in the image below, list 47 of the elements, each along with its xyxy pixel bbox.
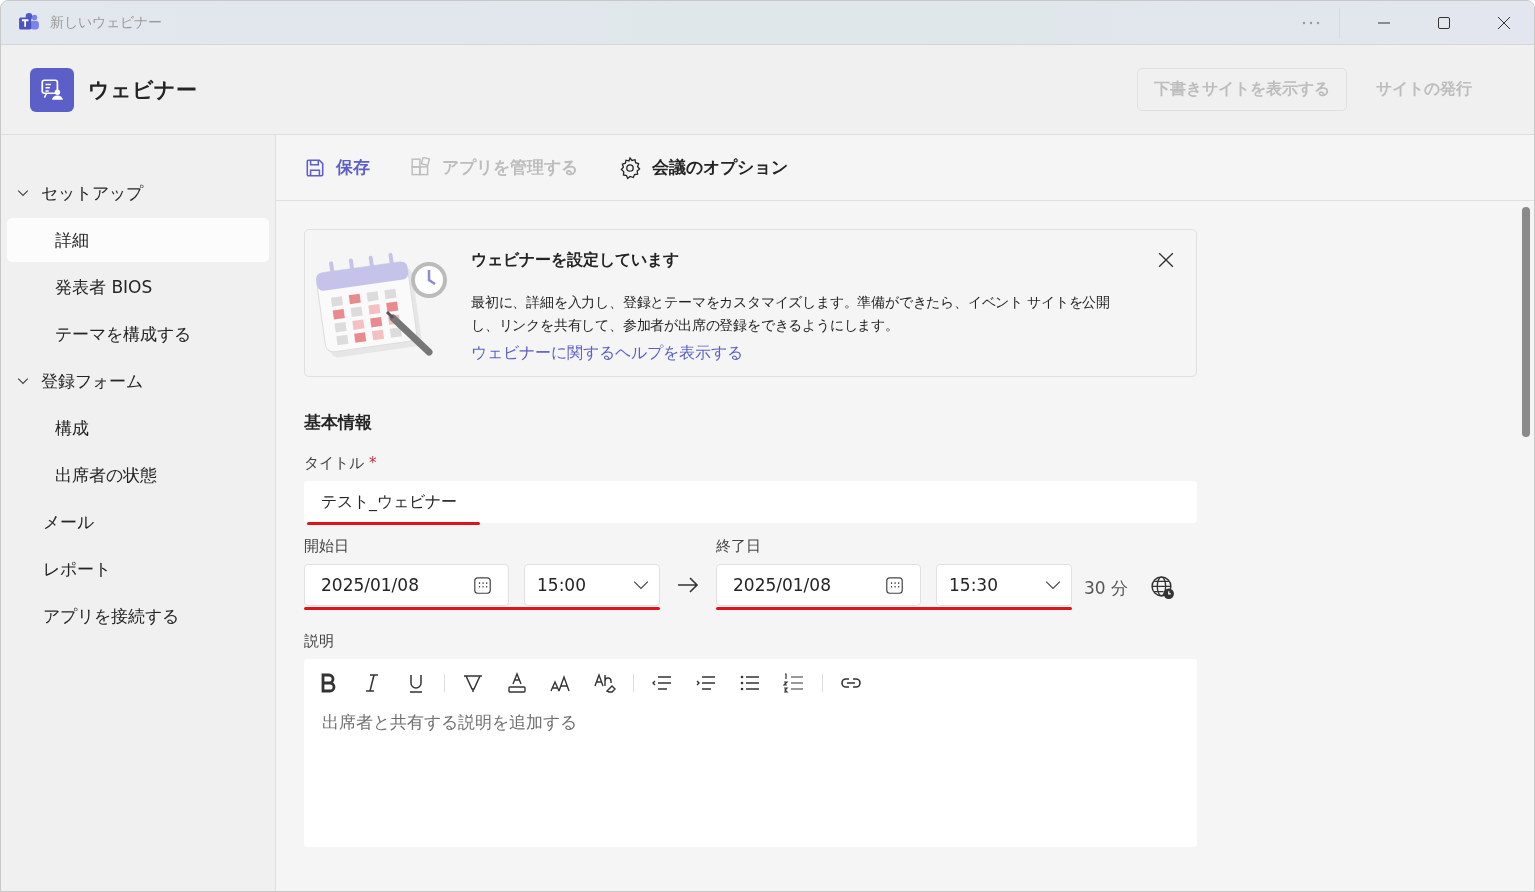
numbered-list-icon[interactable] bbox=[782, 671, 806, 695]
field-label: タイトル bbox=[304, 454, 364, 473]
help-link[interactable]: ウェビナーに関するヘルプを表示する bbox=[471, 343, 743, 364]
end-time-dropdown[interactable]: 15:30 bbox=[936, 564, 1072, 606]
maximize-icon[interactable] bbox=[1437, 15, 1451, 30]
required-asterisk: * bbox=[369, 454, 377, 473]
page-title: ウェビナー bbox=[88, 76, 197, 104]
banner-text: 最初に、詳細を入力し、登録とテーマをカスタマイズします。準備ができたら、イベント サイトを公開し、リンクを共有して、参加者が出席の登録をできるようにします。 bbox=[471, 293, 1112, 335]
sidebar-item[interactable]: レポート bbox=[7, 547, 269, 591]
webinar-app-icon bbox=[30, 67, 74, 112]
window-title: 新しいウェビナー bbox=[50, 13, 162, 32]
sidebar-item[interactable]: 発表者 BIOS bbox=[7, 265, 269, 309]
close-icon[interactable] bbox=[1158, 252, 1174, 268]
start-date-field[interactable]: 2025/01/08 bbox=[304, 564, 509, 606]
settings-icon bbox=[618, 155, 642, 180]
chevron-icon bbox=[17, 375, 29, 387]
chevron-icon bbox=[17, 187, 29, 199]
save-button[interactable]: 保存 bbox=[304, 156, 370, 179]
description-editor[interactable]: 出席者と共有する説明を追加する bbox=[304, 659, 1197, 847]
sidebar-item[interactable]: テーマを構成する bbox=[7, 312, 269, 356]
calendar-icon[interactable] bbox=[885, 575, 904, 595]
font-color-icon[interactable] bbox=[505, 671, 529, 695]
sidebar-group[interactable]: 登録フォーム bbox=[7, 359, 269, 403]
description-field[interactable]: 出席者と共有する説明を追加する bbox=[304, 695, 1197, 847]
chevron-down-icon[interactable] bbox=[1045, 580, 1061, 590]
calendar-icon[interactable] bbox=[473, 575, 492, 595]
scrollbar-thumb[interactable] bbox=[1522, 207, 1530, 437]
clear-format-icon[interactable] bbox=[593, 671, 617, 695]
chevron-down-icon[interactable] bbox=[633, 580, 649, 590]
sidebar-item[interactable]: 詳細 bbox=[7, 218, 269, 262]
sidebar-item[interactable]: 構成 bbox=[7, 406, 269, 450]
sidebar-item[interactable]: 出席者の状態 bbox=[7, 453, 269, 497]
sidebar-item[interactable]: アプリを接続する bbox=[7, 594, 269, 638]
meeting-options-button[interactable]: 会議のオプション bbox=[618, 155, 788, 180]
duration-text: 30 分 bbox=[1084, 577, 1129, 600]
field-label: 終了日 bbox=[716, 537, 762, 556]
field-label: 開始日 bbox=[304, 537, 350, 556]
time-zone-icon[interactable] bbox=[1150, 575, 1176, 600]
sidebar-group[interactable]: セットアップ bbox=[7, 171, 269, 215]
title-field[interactable]: テスト_ウェビナー bbox=[304, 481, 1197, 523]
field-label: 説明 bbox=[304, 632, 335, 651]
section-heading: 基本情報 bbox=[304, 411, 373, 434]
sidebar-item[interactable]: メール bbox=[7, 500, 269, 544]
banner-title: ウェビナーを設定しています bbox=[471, 250, 680, 271]
start-time-dropdown[interactable]: 15:00 bbox=[524, 564, 660, 606]
end-date-field[interactable]: 2025/01/08 bbox=[716, 564, 921, 606]
close-icon[interactable] bbox=[1497, 15, 1511, 30]
